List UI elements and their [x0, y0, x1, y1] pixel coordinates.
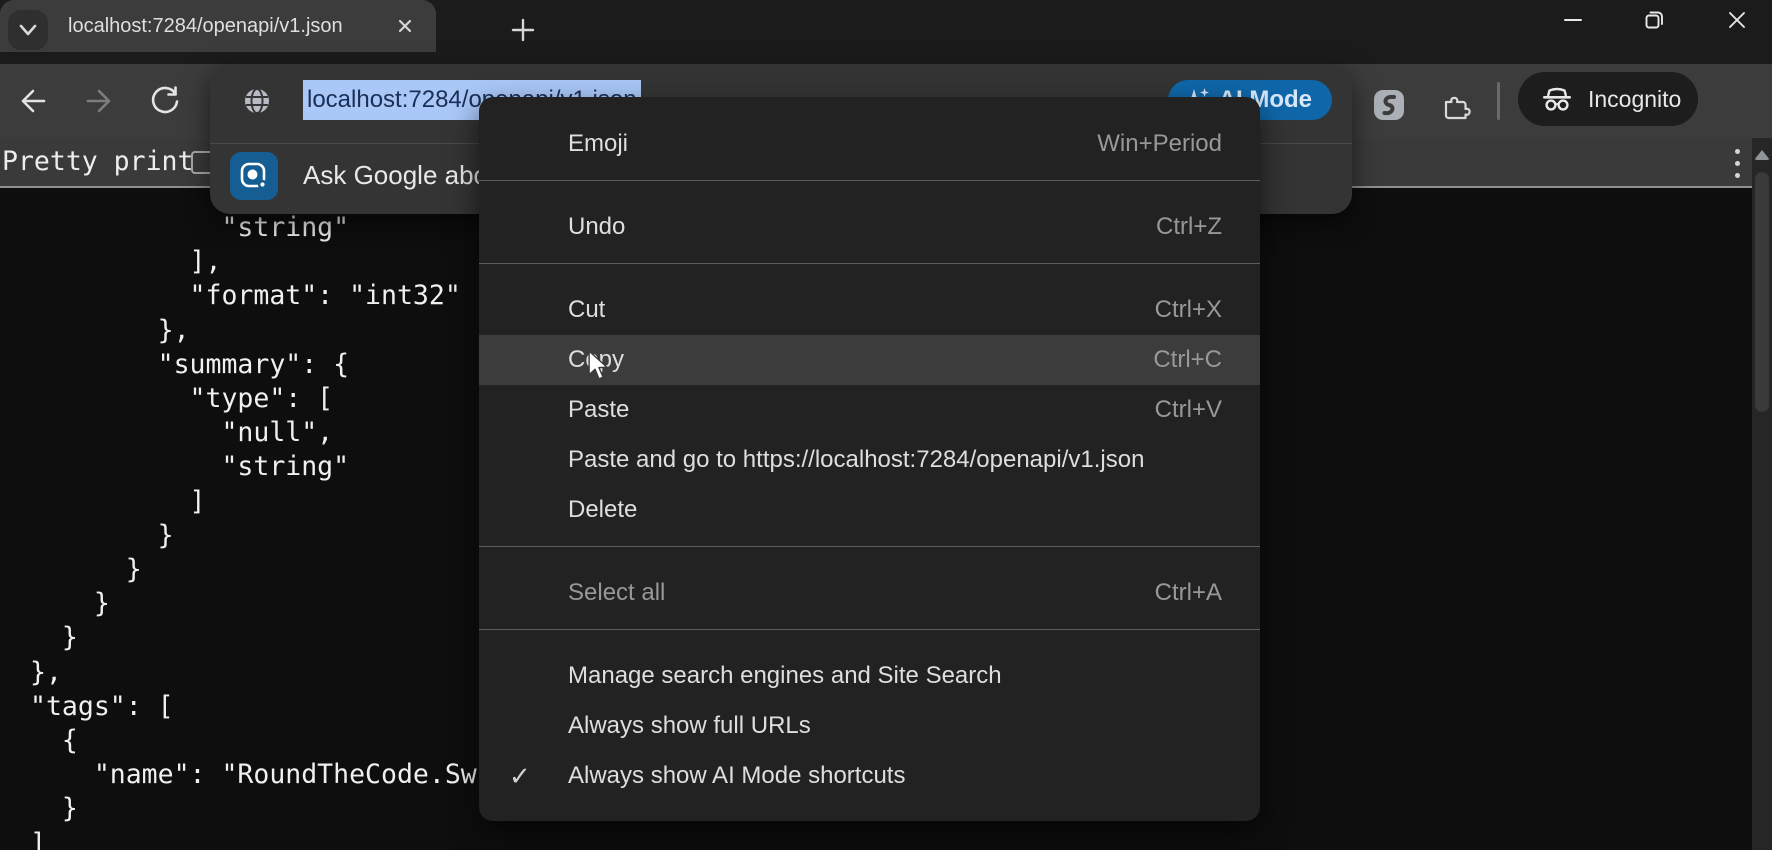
menu-item-shortcut: Win+Period	[1097, 130, 1222, 157]
incognito-icon	[1543, 87, 1571, 111]
menu-item-label: Emoji	[568, 130, 629, 157]
menu-separator	[479, 263, 1260, 264]
toolbar-separator	[1497, 82, 1500, 120]
close-icon	[398, 19, 412, 33]
checkmark-icon: ✓	[509, 761, 531, 791]
menu-item-shortcut: Ctrl+C	[1153, 346, 1222, 373]
menu-item-label: Paste	[568, 396, 630, 423]
menu-item-paste-and-go-to-https-localhost-7284-ope[interactable]: Paste and go to https://localhost:7284/o…	[479, 435, 1260, 485]
menu-item-label: Undo	[568, 213, 626, 240]
tab-strip: localhost:7284/openapi/v1.json	[0, 0, 1772, 64]
back-arrow-icon	[21, 89, 46, 113]
menu-item-shortcut: Ctrl+V	[1154, 396, 1222, 423]
menu-item-label: Paste and go to https://localhost:7284/o…	[568, 446, 1145, 473]
omnibox-suggestion[interactable]: Ask Google abo	[303, 160, 488, 191]
puzzle-icon	[1444, 96, 1471, 120]
google-lens-icon	[230, 152, 278, 200]
active-tab[interactable]: localhost:7284/openapi/v1.json	[0, 0, 436, 52]
json-document-text: "string" ], "format": "int32" }, "summar…	[30, 212, 477, 850]
menu-item-cut[interactable]: Cut Ctrl+X	[479, 285, 1260, 335]
menu-item-always-show-full-urls[interactable]: Always show full URLs	[479, 701, 1260, 751]
menu-separator	[479, 629, 1260, 630]
menu-item-undo[interactable]: Undo Ctrl+Z	[479, 202, 1260, 252]
menu-item-emoji[interactable]: Emoji Win+Period	[479, 119, 1260, 169]
context-menu: EmojiWin+PeriodUndoCtrl+ZCutCtrl+XCopyCt…	[479, 97, 1260, 821]
menu-item-shortcut: Ctrl+A	[1154, 579, 1222, 606]
browser-menu-button[interactable]	[1714, 140, 1760, 186]
menu-item-manage-search-engines-and-site-search[interactable]: Manage search engines and Site Search	[479, 651, 1260, 701]
mouse-cursor	[588, 350, 608, 380]
menu-item-select-all[interactable]: Select all Ctrl+A	[479, 568, 1260, 618]
reload-button[interactable]	[142, 78, 188, 124]
menu-item-label: Always show AI Mode shortcuts	[568, 762, 906, 789]
pretty-print-label: Pretty print	[2, 146, 194, 177]
scrollbar-thumb[interactable]	[1755, 172, 1769, 412]
incognito-badge: Incognito	[1518, 72, 1698, 126]
chevron-down-icon	[19, 24, 37, 36]
menu-item-label: Select all	[568, 579, 666, 606]
s-glyph-icon	[1382, 94, 1396, 116]
window-minimize-button[interactable]	[1550, 0, 1596, 40]
new-tab-button[interactable]	[503, 10, 543, 50]
menu-item-label: Delete	[568, 496, 638, 523]
incognito-label: Incognito	[1588, 85, 1682, 112]
minimize-icon	[1564, 19, 1582, 21]
plus-icon	[511, 18, 535, 42]
globe-icon	[245, 88, 269, 114]
reload-icon	[151, 86, 179, 114]
window-restore-button[interactable]	[1631, 0, 1677, 40]
dot	[1734, 172, 1740, 178]
menu-item-label: Always show full URLs	[568, 712, 811, 739]
dot	[1734, 160, 1740, 166]
restore-icon	[1645, 11, 1663, 29]
extensions-puzzle-icon[interactable]	[1440, 90, 1472, 122]
dot	[1734, 148, 1740, 154]
tab-search-button[interactable]	[8, 10, 48, 50]
window-close-button[interactable]	[1714, 0, 1760, 40]
menu-item-delete[interactable]: Delete	[479, 485, 1260, 535]
menu-item-label: Cut	[568, 296, 606, 323]
menu-item-always-show-ai-mode-shortcuts[interactable]: ✓ Always show AI Mode shortcuts	[479, 751, 1260, 801]
menu-separator	[479, 546, 1260, 547]
page-scrollbar[interactable]	[1752, 138, 1772, 850]
menu-item-paste[interactable]: Paste Ctrl+V	[479, 385, 1260, 435]
menu-item-shortcut: Ctrl+Z	[1156, 213, 1222, 240]
menu-separator	[479, 180, 1260, 181]
close-icon	[1729, 12, 1745, 28]
forward-button[interactable]	[76, 78, 122, 124]
extension-surfshark-icon[interactable]	[1374, 90, 1404, 120]
tab-title: localhost:7284/openapi/v1.json	[68, 14, 343, 37]
menu-item-label: Manage search engines and Site Search	[568, 662, 1002, 689]
back-button[interactable]	[10, 78, 56, 124]
forward-arrow-icon	[86, 89, 111, 113]
menu-item-shortcut: Ctrl+X	[1154, 296, 1222, 323]
tab-close-button[interactable]	[394, 15, 416, 37]
